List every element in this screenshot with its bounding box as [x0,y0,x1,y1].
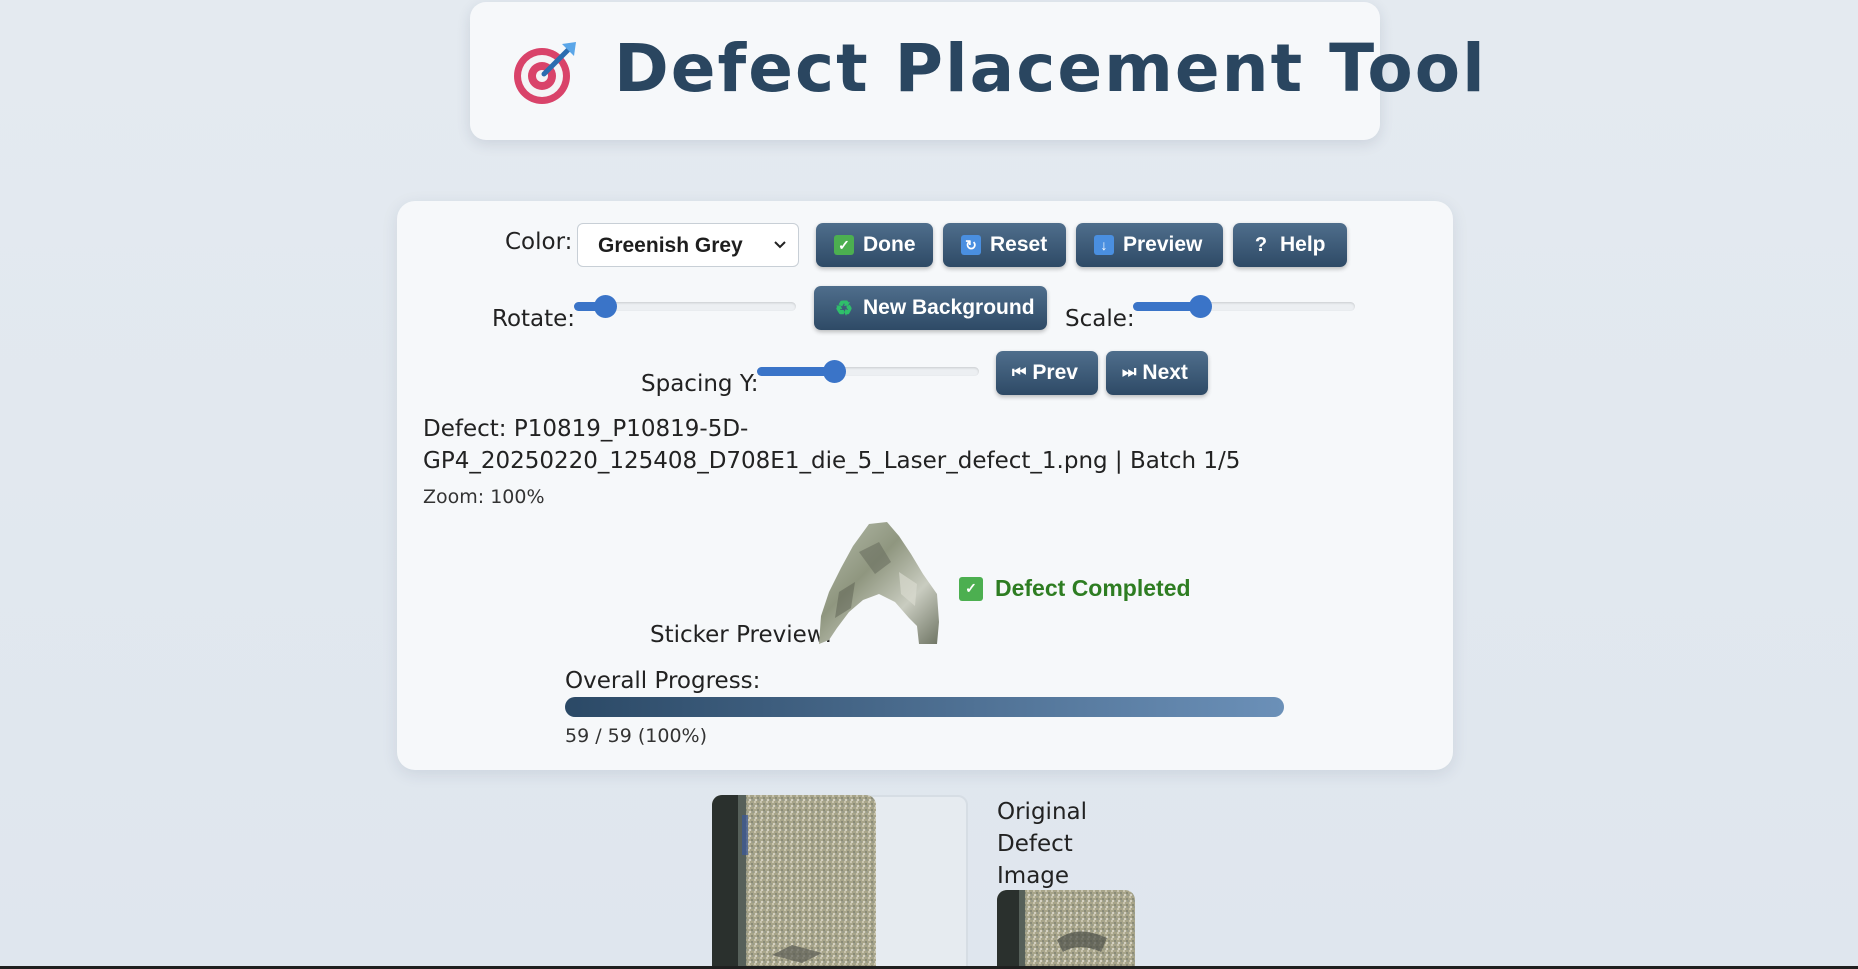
scale-slider-thumb[interactable] [1188,295,1212,318]
question-mark-icon: ? [1254,233,1268,256]
rotate-slider[interactable] [574,294,796,318]
download-arrow-icon: ↓ [1094,235,1114,255]
help-label: Help [1280,233,1326,256]
scale-slider[interactable] [1133,294,1355,318]
overall-progress-fill [565,697,1284,717]
spacing-y-label: Spacing Y: [641,371,759,397]
refresh-icon: ↻ [961,235,981,255]
original-defect-image [997,890,1135,969]
recycle-icon: ♻ [835,297,853,320]
overall-progress-text: 59 / 59 (100%) [565,725,708,747]
defect-completed-text: Defect Completed [995,575,1191,601]
done-label: Done [863,233,916,256]
original-defect-label: Original Defect Image [997,799,1088,889]
control-panel: Color: Greenish Grey ✓ Done ↻ Reset ↓ Pr… [397,201,1453,770]
checkmark-icon: ✓ [834,235,854,255]
spacing-y-slider[interactable] [757,359,979,383]
title-card: Defect Placement Tool [470,2,1485,140]
preview-label: Preview [1123,233,1203,256]
next-label: Next [1142,361,1188,384]
rotate-slider-thumb[interactable] [593,295,617,318]
color-label: Color: [505,229,573,255]
defect-completed-status: ✓ Defect Completed [959,575,1191,602]
spacing-y-slider-thumb[interactable] [822,360,846,383]
scale-label: Scale: [1065,306,1135,332]
reset-label: Reset [990,233,1048,256]
overall-progress-label: Overall Progress: [565,668,761,694]
sticker-preview-image [819,522,939,644]
done-button[interactable]: ✓ Done [816,223,933,267]
help-button[interactable]: ? Help [1233,223,1347,267]
page-title: Defect Placement Tool [614,30,1487,107]
skip-back-icon: ⏮ [1012,364,1027,381]
new-background-label: New Background [863,296,1035,319]
reset-button[interactable]: ↻ Reset [943,223,1066,267]
defect-filename: Defect: P10819_P10819-5D-GP4_20250220_12… [423,416,1241,474]
checkmark-icon: ✓ [959,576,983,601]
skip-forward-icon: ⏭ [1122,364,1137,381]
color-select-value: Greenish Grey [598,234,743,257]
color-select[interactable]: Greenish Grey [577,223,799,267]
preview-button[interactable]: ↓ Preview [1076,223,1223,267]
rotate-label: Rotate: [492,306,576,332]
overall-progress-bar [565,697,1284,717]
sticker-preview-label: Sticker Preview: [650,622,833,648]
new-background-button[interactable]: ♻ New Background [814,286,1047,330]
prev-button[interactable]: ⏮ Prev [996,351,1098,395]
prev-label: Prev [1032,361,1078,384]
next-button[interactable]: ⏭ Next [1106,351,1208,395]
target-dart-icon [514,42,576,104]
zoom-level: Zoom: 100% [423,486,545,508]
chevron-down-icon [774,241,786,249]
background-canvas-image[interactable] [712,795,876,969]
